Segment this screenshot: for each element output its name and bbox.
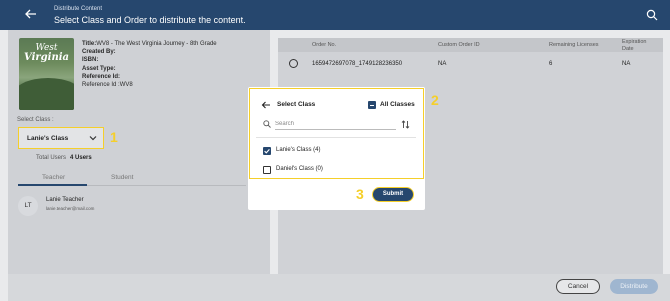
all-classes-label[interactable]: All Classes: [380, 101, 415, 108]
class-option-label-daniel[interactable]: Daniel's Class (0): [276, 166, 323, 172]
callout-number-1: 1: [110, 129, 118, 145]
class-select-dropdown[interactable]: Lanie's Class: [18, 127, 104, 149]
tab-student[interactable]: Student: [111, 174, 133, 181]
book-cover-image: West Virginia: [19, 38, 74, 110]
cover-logo-line2: Virginia: [24, 52, 69, 63]
reference-id-value: Reference Id :WV8: [82, 82, 133, 89]
col-order-no: Order No.: [312, 42, 337, 48]
total-users: Total Users 4 Users: [36, 155, 92, 161]
sort-icon[interactable]: [401, 120, 410, 129]
total-users-value: 4 Users: [70, 155, 92, 161]
book-metadata: Title:WV8 - The West Virginia Journey - …: [82, 40, 217, 89]
callout-number-3: 3: [356, 186, 364, 202]
teacher-email: lanie.teacher@mail.com: [46, 206, 95, 211]
class-select-value: Lanie's Class: [27, 135, 69, 142]
page-title: Select Class and Order to distribute the…: [54, 15, 246, 25]
avatar: LT: [18, 196, 38, 216]
cancel-button[interactable]: Cancel: [556, 279, 600, 294]
asset-type: Asset Type:: [82, 65, 116, 72]
header-bar: Distribute Content Select Class and Orde…: [0, 0, 670, 30]
class-option-checkbox-lanie[interactable]: [263, 147, 271, 155]
class-option-checkbox-daniel[interactable]: [263, 166, 271, 174]
callout-number-2: 2: [431, 92, 439, 108]
class-option-label-lanie[interactable]: Lanie's Class (4): [276, 147, 321, 153]
tab-active-indicator: [18, 184, 87, 186]
modal-back-arrow-icon[interactable]: [261, 100, 271, 110]
cover-hill-shape: [19, 78, 74, 110]
col-custom-order-id: Custom Order ID: [438, 42, 480, 48]
back-arrow-icon[interactable]: [24, 7, 38, 21]
all-classes-checkbox[interactable]: [368, 101, 376, 109]
submit-button[interactable]: Submit: [372, 187, 414, 202]
header-subtitle: Distribute Content: [54, 6, 103, 12]
total-users-label: Total Users: [36, 155, 67, 161]
modal-search-icon: [263, 120, 271, 128]
search-icon[interactable]: [646, 9, 658, 21]
select-class-label: Select Class :: [17, 117, 54, 123]
col-expiration-date: Expiration Date: [622, 39, 647, 52]
order-no-cell: 1659472697078_1749128236350: [312, 61, 403, 67]
book-title: Title:WV8 - The West Virginia Journey - …: [82, 41, 217, 47]
order-radio[interactable]: [289, 59, 298, 68]
tab-teacher[interactable]: Teacher: [42, 174, 65, 181]
remaining-licenses-cell: 6: [549, 61, 553, 67]
teacher-name: Lanie Teacher: [46, 197, 84, 203]
checkmark-icon: [264, 149, 270, 154]
modal-title: Select Class: [277, 101, 316, 108]
reference-id-label: Reference Id:: [82, 73, 121, 80]
cover-logo: West Virginia: [23, 44, 70, 63]
custom-order-id-cell: NA: [438, 61, 447, 67]
isbn: ISBN:: [82, 57, 99, 64]
chevron-down-icon: [89, 136, 97, 141]
class-search-input[interactable]: [275, 119, 396, 130]
modal-divider: [256, 137, 416, 138]
created-by: Created By:: [82, 49, 116, 56]
expiration-date-cell: NA: [622, 61, 631, 67]
distribute-button[interactable]: Distribute: [610, 279, 658, 294]
col-remaining-licenses: Remaining Licenses: [549, 42, 599, 48]
